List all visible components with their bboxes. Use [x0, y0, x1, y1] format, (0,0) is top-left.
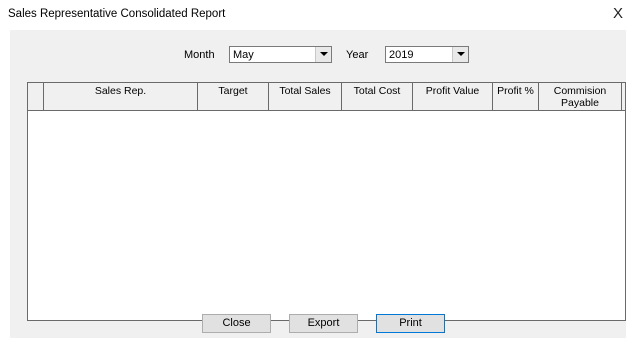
month-label: Month	[184, 49, 215, 61]
grid-header: Sales Rep. Target Total Sales Total Cost…	[28, 83, 625, 111]
year-dropdown[interactable]: 2019	[385, 46, 469, 63]
column-header-commission-payable[interactable]: Commision Payable	[539, 83, 622, 110]
print-button[interactable]: Print	[376, 314, 445, 333]
title-bar: Sales Representative Consolidated Report…	[0, 0, 626, 28]
column-header-profit-value[interactable]: Profit Value	[413, 83, 493, 110]
close-button[interactable]: Close	[202, 314, 271, 333]
report-window: Sales Representative Consolidated Report…	[0, 0, 626, 338]
year-label: Year	[346, 49, 369, 61]
window-title: Sales Representative Consolidated Report	[8, 8, 226, 20]
year-value: 2019	[389, 49, 414, 61]
column-header-sales-rep[interactable]: Sales Rep.	[44, 83, 198, 110]
client-area: Month May Year 2019 Sales Rep. Target To…	[10, 30, 626, 338]
chevron-down-icon	[457, 52, 465, 56]
header-filler	[622, 83, 625, 110]
close-icon[interactable]: X	[611, 6, 625, 22]
year-dropdown-button[interactable]	[452, 47, 468, 62]
column-header-total-cost[interactable]: Total Cost	[342, 83, 413, 110]
export-button[interactable]: Export	[289, 314, 358, 333]
column-header-target[interactable]: Target	[198, 83, 269, 110]
row-selector-header	[28, 83, 44, 110]
month-dropdown[interactable]: May	[229, 46, 332, 63]
column-header-profit-percent[interactable]: Profit %	[493, 83, 539, 110]
month-dropdown-button[interactable]	[315, 47, 331, 62]
report-grid[interactable]: Sales Rep. Target Total Sales Total Cost…	[27, 82, 626, 321]
month-value: May	[233, 49, 254, 61]
chevron-down-icon	[320, 52, 328, 56]
column-header-total-sales[interactable]: Total Sales	[269, 83, 342, 110]
